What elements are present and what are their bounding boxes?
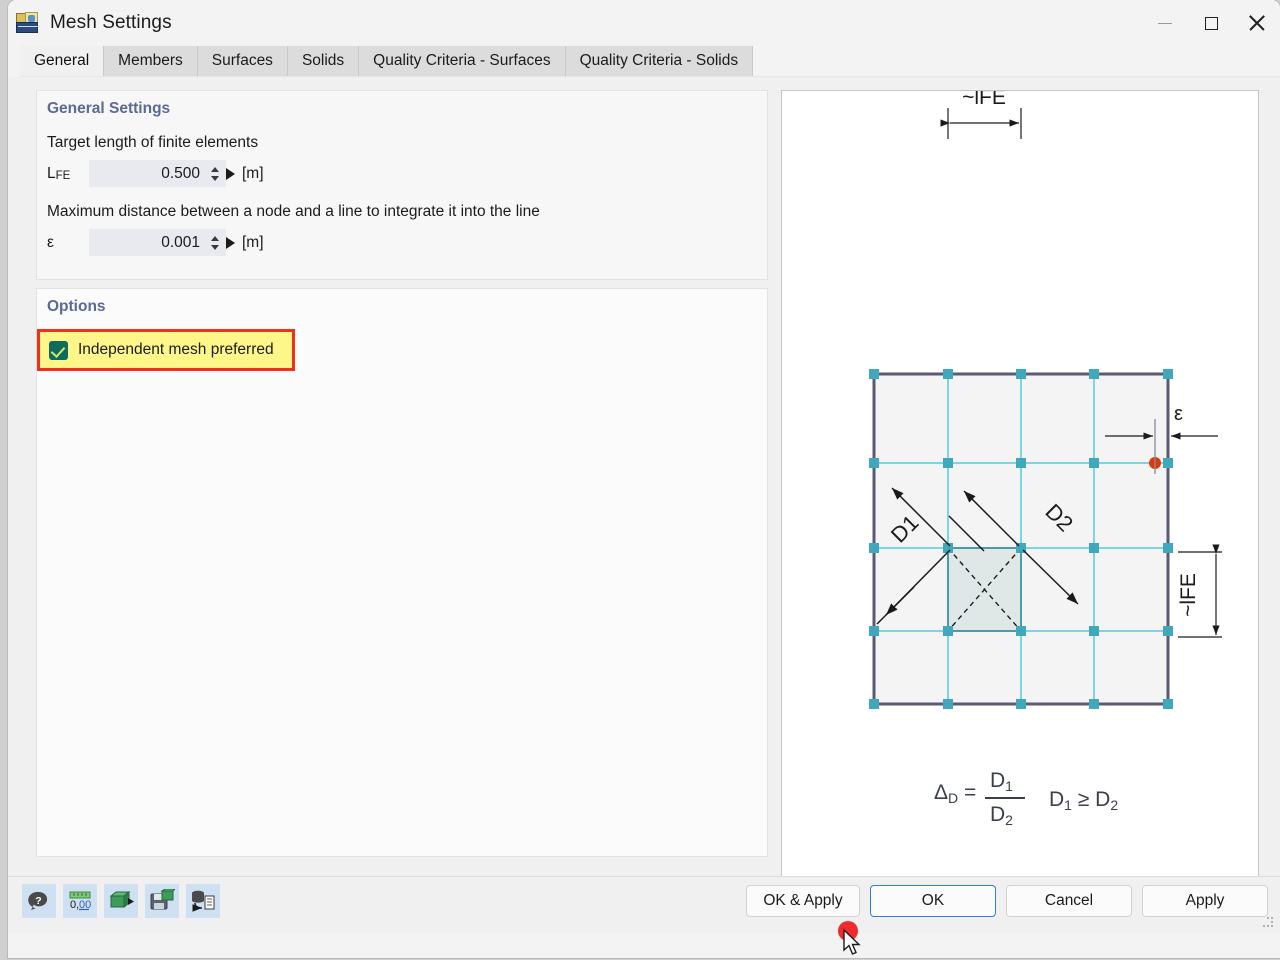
svg-text:0,: 0, — [70, 899, 79, 911]
right-dimension-label: ~lFE — [1177, 573, 1200, 617]
independent-mesh-checkbox[interactable] — [49, 341, 68, 360]
minimize-button[interactable] — [1142, 0, 1188, 46]
close-icon — [1248, 14, 1266, 32]
tab-label: Quality Criteria - Solids — [580, 52, 739, 70]
max-distance-symbol: ε — [47, 234, 89, 252]
target-length-label: Target length of finite elements — [37, 134, 767, 152]
delta-formula: ΔD = D1 D2 D1 ≥ D2 — [934, 769, 1118, 828]
tab-quality-criteria-surfaces[interactable]: Quality Criteria - Surfaces — [359, 46, 565, 76]
formula-lhs: ΔD = — [934, 781, 976, 806]
general-settings-group: General Settings Target length of finite… — [36, 90, 768, 280]
tab-label: Surfaces — [212, 52, 273, 70]
tab-surfaces[interactable]: Surfaces — [198, 46, 288, 76]
diagram-panel: ~lFE ε ~lFE — [781, 90, 1259, 880]
tab-solids[interactable]: Solids — [288, 46, 359, 76]
help-bubble-icon: ? — [27, 889, 51, 913]
stepper-down-icon[interactable] — [211, 176, 219, 181]
import-arrow-icon — [108, 889, 134, 913]
save-icon[interactable] — [145, 884, 179, 918]
title-bar: Mesh Settings — [8, 0, 1280, 46]
formula-denominator: D2 — [990, 803, 1013, 828]
tab-label: General — [34, 52, 89, 70]
minimize-icon — [1158, 23, 1172, 24]
top-dimension — [948, 108, 1021, 139]
database-icon[interactable] — [186, 884, 220, 918]
left-pane: General Settings Target length of finite… — [36, 90, 768, 857]
options-group: Options Independent mesh preferred — [36, 288, 768, 857]
formula-numerator: D1 — [990, 769, 1013, 794]
units-icon[interactable]: 0, 00 — [63, 884, 97, 918]
stepper-down-icon[interactable] — [211, 245, 219, 250]
apply-button[interactable]: Apply — [1142, 885, 1268, 917]
import-icon[interactable] — [104, 884, 138, 918]
target-length-input[interactable]: 0.500 — [89, 160, 226, 187]
max-distance-unit: [m] — [242, 234, 264, 252]
units-decimals-icon: 0, 00 — [67, 889, 93, 913]
dialog-body: General Settings Target length of finite… — [8, 77, 1280, 933]
mesh-app-icon — [16, 13, 38, 33]
screen: Mesh Settings General Members Surfaces S… — [0, 0, 1280, 960]
formula-condition: D1 ≥ D2 — [1049, 788, 1118, 813]
max-distance-more-icon[interactable] — [226, 237, 235, 249]
mesh-diagram: ~lFE ε ~lFE — [782, 91, 1258, 879]
max-distance-stepper[interactable] — [208, 236, 222, 250]
tab-label: Solids — [302, 52, 344, 70]
max-distance-row: ε 0.001 [m] — [37, 229, 767, 256]
footer-bar: ? 0, 00 — [8, 876, 1280, 933]
dialog-action-buttons: OK & Apply OK Cancel Apply — [746, 885, 1268, 917]
independent-mesh-label[interactable]: Independent mesh preferred — [78, 341, 274, 359]
general-settings-title: General Settings — [37, 91, 767, 118]
footer-toolbar: ? 0, 00 — [22, 884, 220, 918]
tab-label: Members — [118, 52, 183, 70]
ok-apply-button[interactable]: OK & Apply — [746, 885, 860, 917]
maximize-button[interactable] — [1188, 0, 1234, 46]
svg-text:?: ? — [35, 895, 41, 907]
max-distance-input[interactable]: 0.001 — [89, 229, 226, 256]
close-button[interactable] — [1234, 0, 1280, 46]
target-length-symbol: LFE — [47, 165, 89, 183]
target-length-symbol-sub: FE — [56, 170, 71, 182]
tab-quality-criteria-solids[interactable]: Quality Criteria - Solids — [566, 46, 754, 76]
target-length-more-icon[interactable] — [226, 168, 235, 180]
database-export-icon — [190, 889, 216, 913]
options-title: Options — [37, 289, 767, 316]
target-length-unit: [m] — [242, 165, 264, 183]
epsilon-label: ε — [1174, 403, 1183, 425]
window-controls — [1142, 0, 1280, 46]
resize-grip[interactable] — [1263, 917, 1275, 929]
top-dimension-label: ~lFE — [962, 91, 1006, 109]
stepper-up-icon[interactable] — [211, 167, 219, 172]
target-length-value: 0.500 — [89, 165, 208, 183]
mouse-cursor — [842, 928, 864, 958]
tab-general[interactable]: General — [20, 46, 104, 76]
target-length-row: LFE 0.500 [m] — [37, 160, 767, 187]
tab-strip: General Members Surfaces Solids Quality … — [20, 46, 1280, 77]
max-distance-label: Maximum distance between a node and a li… — [37, 203, 767, 221]
help-icon[interactable]: ? — [22, 884, 56, 918]
window-title: Mesh Settings — [50, 12, 172, 34]
max-distance-value: 0.001 — [89, 234, 208, 252]
maximize-icon — [1205, 17, 1218, 30]
ok-button[interactable]: OK — [870, 885, 996, 917]
stepper-up-icon[interactable] — [211, 236, 219, 241]
tab-label: Quality Criteria - Surfaces — [373, 52, 550, 70]
mesh-settings-window: Mesh Settings General Members Surfaces S… — [8, 0, 1280, 958]
target-length-stepper[interactable] — [208, 167, 222, 181]
save-disk-icon — [149, 889, 175, 913]
independent-mesh-highlight: Independent mesh preferred — [37, 329, 295, 371]
tab-members[interactable]: Members — [104, 46, 198, 76]
cancel-button[interactable]: Cancel — [1006, 885, 1132, 917]
